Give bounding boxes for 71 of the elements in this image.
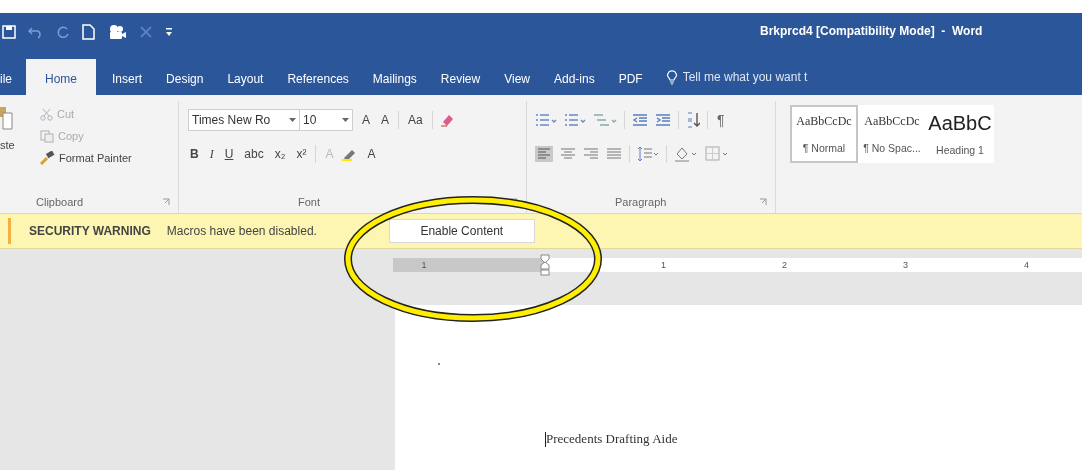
font-button[interactable]: Aa — [406, 113, 425, 127]
tell-me-field[interactable]: Tell me what you want t — [654, 59, 808, 95]
copy-icon — [40, 129, 54, 143]
ribbon-tab[interactable]: Layout — [215, 59, 276, 95]
close-icon[interactable] — [139, 24, 153, 39]
group-label: Paragraph — [615, 196, 667, 208]
indent-marker-icon[interactable] — [540, 254, 550, 276]
font-button[interactable]: A — [365, 147, 378, 161]
ribbon-tab[interactable]: Insert — [100, 59, 155, 95]
warning-message: Macros have been disabled. — [166, 224, 318, 238]
borders-icon[interactable] — [705, 146, 729, 162]
ribbon-tab[interactable]: Mailings — [360, 59, 429, 95]
group-label: Font — [298, 196, 320, 208]
ribbon-tab[interactable]: Home — [26, 59, 97, 95]
dropdown-arrow-icon — [342, 118, 349, 122]
ribbon-tab[interactable]: View — [492, 59, 542, 95]
ruler-number: 3 — [903, 259, 908, 272]
font-button[interactable]: x₂ — [272, 147, 288, 161]
ruler-number: 1 — [661, 259, 666, 272]
decrease-indent-icon[interactable] — [632, 113, 648, 127]
camera-icon[interactable] — [107, 22, 127, 41]
font-button[interactable]: x² — [294, 147, 309, 161]
font-name-field[interactable]: Times New Ro — [188, 109, 300, 131]
lightbulb-icon — [666, 69, 677, 85]
justify-icon[interactable] — [606, 147, 622, 161]
ribbon-tab[interactable]: Design — [154, 59, 216, 95]
font-button[interactable]: B — [188, 147, 201, 161]
customize-toolbar-icon[interactable] — [165, 26, 173, 37]
dropdown-arrow-icon — [289, 118, 296, 122]
font-button[interactable]: U — [222, 147, 236, 161]
warning-title: SECURITY WARNING — [29, 224, 151, 238]
ribbon-tab[interactable]: PDF — [606, 59, 655, 95]
multilevel-list-icon[interactable] — [593, 113, 617, 127]
align-left-icon[interactable] — [535, 146, 553, 162]
ruler-number: 2 — [782, 259, 787, 272]
ruler-number: 1 — [421, 259, 427, 272]
style-option[interactable]: AaBbCcDc ¶ No Spac... — [858, 105, 926, 163]
document-text: Precedents Drafting Aide — [545, 431, 678, 447]
font-button[interactable]: abc — [242, 147, 266, 161]
increase-indent-icon[interactable] — [655, 113, 671, 127]
ribbon-tab[interactable]: Add-ins — [542, 59, 607, 95]
style-option[interactable]: AaBbC Heading 1 — [926, 105, 994, 163]
font-button[interactable]: A — [360, 113, 372, 127]
undo-icon[interactable] — [28, 24, 44, 39]
shading-icon[interactable] — [674, 146, 698, 162]
paintbrush-icon — [40, 151, 55, 165]
align-right-icon[interactable] — [583, 147, 599, 161]
enable-content-button[interactable]: Enable Content — [388, 219, 535, 243]
paste-label[interactable]: ste — [0, 139, 22, 151]
scissors-icon — [40, 107, 53, 121]
ruler-number: 4 — [1024, 259, 1029, 272]
font-button[interactable]: A — [379, 113, 392, 127]
save-icon[interactable] — [2, 24, 16, 39]
bullet-list-icon[interactable] — [535, 113, 557, 127]
sort-icon[interactable] — [686, 112, 700, 128]
ribbon-tab[interactable]: Review — [428, 59, 493, 95]
window-title: Brkprcd4 [Compatibility Mode] - Word — [760, 24, 983, 38]
font-size-field[interactable]: 10 — [299, 109, 353, 131]
ribbon-tab[interactable]: ile — [0, 59, 26, 95]
new-document-icon[interactable] — [82, 23, 95, 40]
show-formatting-button[interactable]: ¶ — [715, 112, 727, 128]
eraser-icon[interactable] — [439, 113, 454, 127]
style-option[interactable]: AaBbCcDc ¶ Normal — [790, 105, 858, 163]
line-spacing-icon[interactable] — [637, 146, 659, 162]
font-button[interactable]: I — [207, 146, 216, 162]
align-center-icon[interactable] — [560, 147, 576, 161]
redo-icon[interactable] — [56, 24, 70, 39]
format-painter-button[interactable]: Format Painter — [40, 149, 132, 167]
numbered-list-icon[interactable] — [564, 113, 586, 127]
ribbon-tab[interactable]: References — [275, 59, 361, 95]
group-label: Clipboard — [36, 196, 84, 208]
